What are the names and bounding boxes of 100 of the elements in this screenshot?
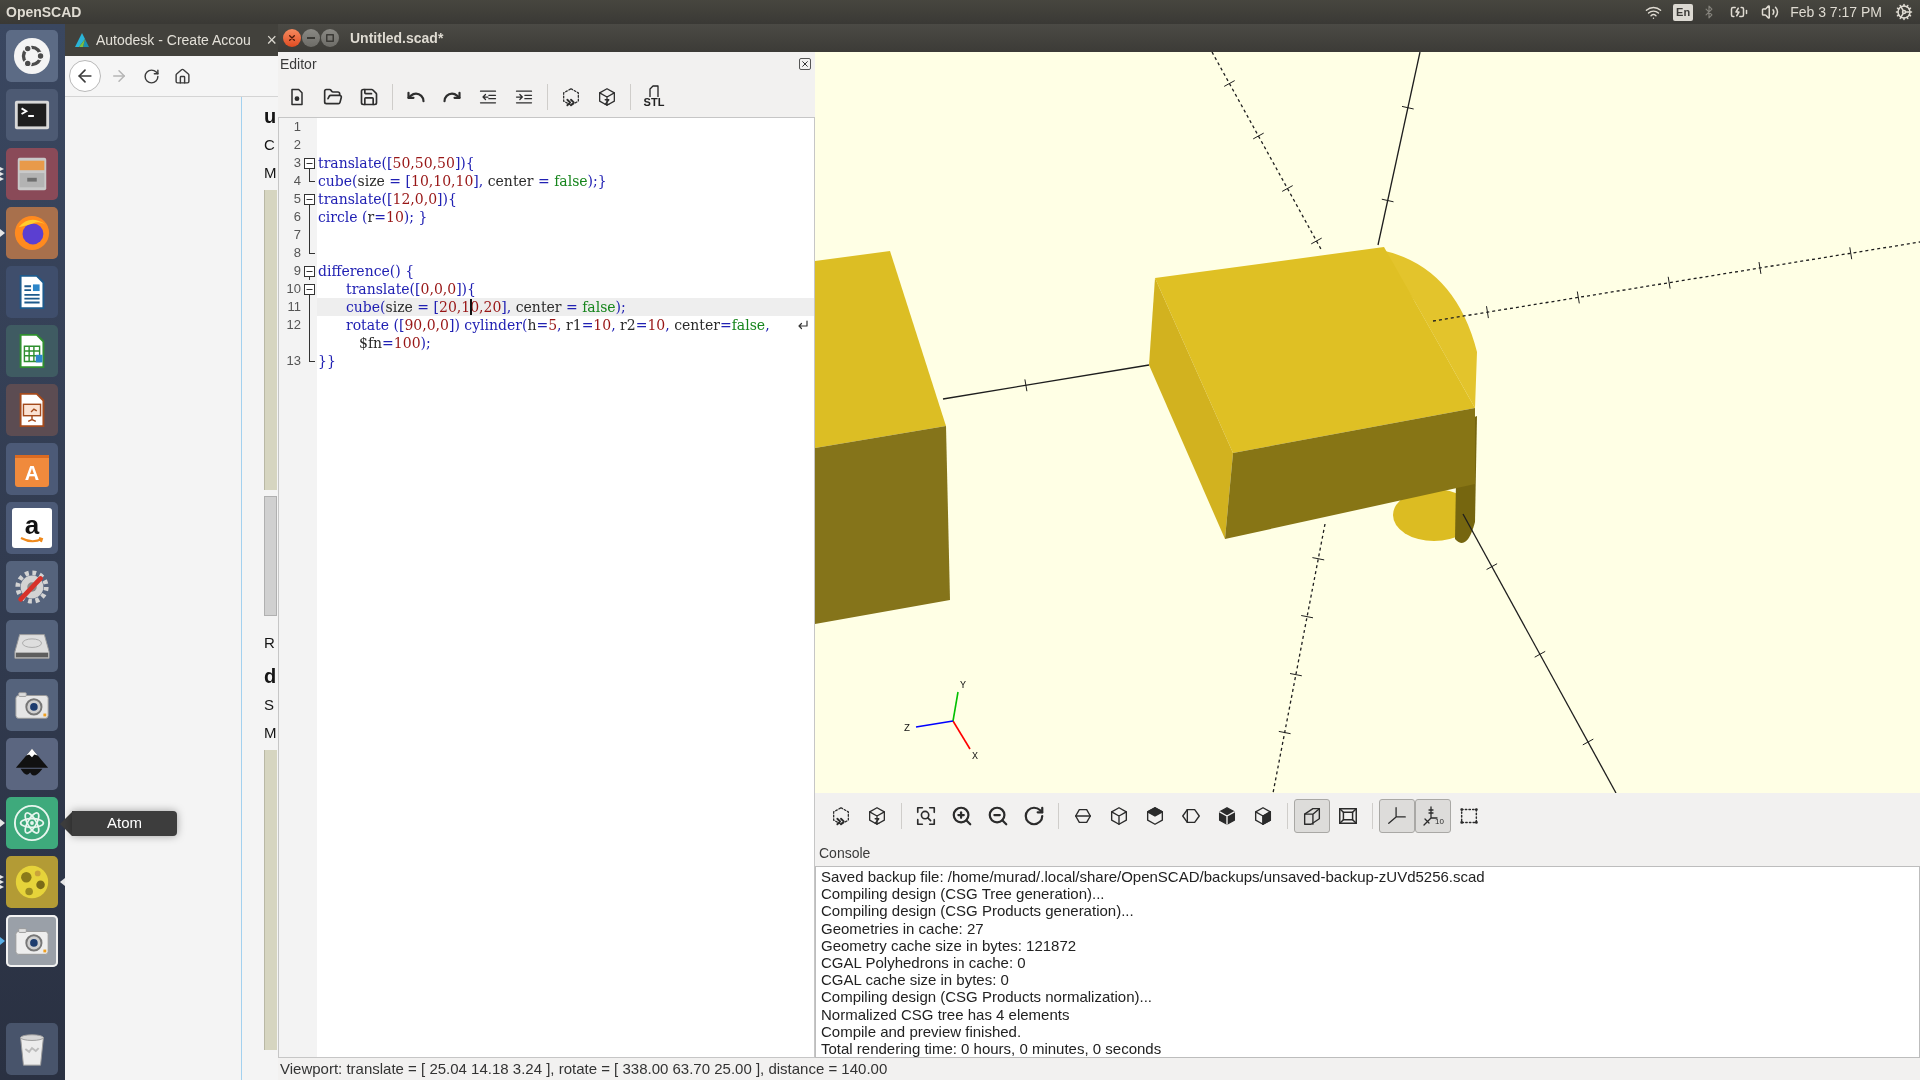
- home-icon: [173, 67, 191, 85]
- dashed-cube-icon: [560, 85, 582, 108]
- reload-button[interactable]: [142, 67, 160, 85]
- globe-icon: [13, 214, 51, 252]
- console-line: Geometries in cache: 27: [821, 919, 984, 937]
- dashed-cube-icon: [830, 804, 852, 827]
- line-number: 11: [287, 298, 301, 316]
- cube-view-icon: [1216, 804, 1238, 827]
- maximize-icon: [326, 34, 334, 42]
- zoom-fit-icon: [915, 804, 937, 827]
- axis-label: Y: [960, 680, 966, 691]
- folder-icon: [323, 86, 343, 107]
- window-title: Untitled.scad*: [350, 28, 444, 48]
- axes-icon: [1386, 804, 1408, 827]
- app-name: OpenSCAD: [6, 3, 82, 22]
- atom-icon: [13, 804, 51, 842]
- launcher-button[interactable]: [6, 1023, 58, 1075]
- page-text: S: [264, 695, 275, 715]
- launcher-button[interactable]: [6, 266, 58, 318]
- close-window-button[interactable]: [283, 29, 301, 47]
- console-line: Compiling design (CSG Tree generation)...: [821, 885, 1105, 903]
- cube-view-icon: [1144, 804, 1166, 827]
- page-heading: d: [264, 664, 277, 688]
- launcher-button[interactable]: [6, 89, 58, 141]
- wrap-marker-icon: [797, 320, 809, 330]
- line-number: 1: [293, 118, 301, 136]
- page-text: R: [264, 633, 276, 653]
- code-line: translate([12,0,0]){: [318, 190, 457, 208]
- save-icon: [359, 86, 379, 107]
- triangle-logo-icon: [74, 32, 90, 48]
- code-line: cube(size = [10,10,10], center = false);}: [318, 172, 607, 190]
- cube-icon: [866, 804, 888, 827]
- gear-wrench-icon: [13, 568, 51, 606]
- line-number: 13: [286, 352, 301, 370]
- panel-title: Console: [819, 844, 871, 863]
- line-number: 7: [293, 226, 301, 244]
- toolbar-button[interactable]: [1379, 798, 1415, 833]
- line-number: 6: [293, 208, 301, 226]
- cube-view-icon: [1108, 804, 1130, 827]
- gear-icon[interactable]: [1895, 3, 1913, 21]
- console-line: Compiling design (CSG Products generation)...: [821, 902, 1134, 920]
- keyboard-layout-indicator[interactable]: En: [1673, 3, 1694, 21]
- back-button[interactable]: [69, 60, 101, 92]
- panel-title: Editor: [280, 54, 317, 74]
- circle-logo-icon: [13, 37, 51, 75]
- toolbar-button[interactable]: 10: [1415, 798, 1451, 833]
- status-bar-text: Viewport: translate = [ 25.04 14.18 3.24 ], rotate = [ 338.00 63.70 25.00 ], distance = 140.00: [280, 1059, 888, 1079]
- console-line: CGAL cache size in bytes: 0: [821, 971, 1009, 989]
- tab-close-button[interactable]: ×: [266, 31, 278, 49]
- sphere-icon: [13, 863, 51, 901]
- line-number: 10: [286, 280, 301, 298]
- line-number: 5: [293, 190, 301, 208]
- console-line: CGAL Polyhedrons in cache: 0: [821, 954, 1026, 972]
- line-number: 9: [293, 262, 301, 280]
- launcher-button[interactable]: [6, 679, 58, 731]
- zoom-in-icon: [951, 804, 973, 827]
- console-line: Compiling design (CSG Products normalization)...: [821, 988, 1152, 1006]
- launcher-button[interactable]: [6, 384, 58, 436]
- console-line: Geometry cache size in bytes: 121872: [821, 936, 1077, 954]
- page-text: C: [264, 135, 276, 155]
- 3d-viewport[interactable]: X Y Z: [815, 52, 1920, 793]
- close-icon: [801, 60, 809, 68]
- page-heading: u: [264, 104, 277, 128]
- code-line: translate([50,50,50]){: [318, 154, 475, 172]
- code-line: }}: [318, 352, 336, 370]
- axis-label: X: [972, 751, 978, 762]
- console-line: Normalized CSG tree has 4 elements: [821, 1005, 1070, 1023]
- launcher-button[interactable]: [6, 325, 58, 377]
- arrow-right-icon: [110, 67, 128, 85]
- line-number: 8: [293, 244, 301, 262]
- minimize-icon: [307, 37, 315, 39]
- code-line: rotate ([90,0,0]) cylinder(h=5, r1=10, r2=10, center=false,: [345, 316, 770, 334]
- code-line: $fn=100);: [359, 334, 431, 352]
- line-number: 3: [293, 154, 301, 172]
- home-button[interactable]: [173, 67, 191, 85]
- launcher-button[interactable]: a: [6, 502, 58, 554]
- line-number: 12: [286, 316, 301, 334]
- toolbar-button[interactable]: [1294, 798, 1330, 833]
- file-corner-icon: [649, 85, 659, 97]
- code-line: difference() {: [318, 262, 415, 280]
- launcher-button[interactable]: [6, 915, 58, 967]
- minimize-window-button[interactable]: [302, 29, 320, 47]
- reset-view-icon: [1023, 804, 1045, 827]
- reload-icon: [142, 67, 160, 85]
- clock[interactable]: Feb 3 7:17 PM: [1790, 0, 1882, 24]
- code-line: translate([0,0,0]){: [345, 280, 476, 298]
- page-text: M: [264, 163, 277, 183]
- export-stl-button[interactable]: STL: [636, 79, 672, 114]
- line-number: 4: [293, 172, 301, 190]
- volume-icon[interactable]: [1761, 3, 1780, 21]
- maximize-window-button[interactable]: [321, 29, 339, 47]
- console-line: Saved backup file: /home/murad/.local/share/OpenSCAD/backups/unsaved-backup-zUVd5256.scad: [821, 868, 1485, 886]
- launcher-button[interactable]: [6, 30, 58, 82]
- close-icon: [288, 34, 296, 42]
- cube-view-icon: [1252, 804, 1274, 827]
- cube-icon: [596, 85, 618, 108]
- line-number: 2: [293, 136, 301, 154]
- browser-tab[interactable]: Autodesk - Create Accou ×: [65, 24, 278, 56]
- console-line: Compile and preview finished.: [821, 1022, 1022, 1041]
- dock-close-button[interactable]: [799, 58, 811, 70]
